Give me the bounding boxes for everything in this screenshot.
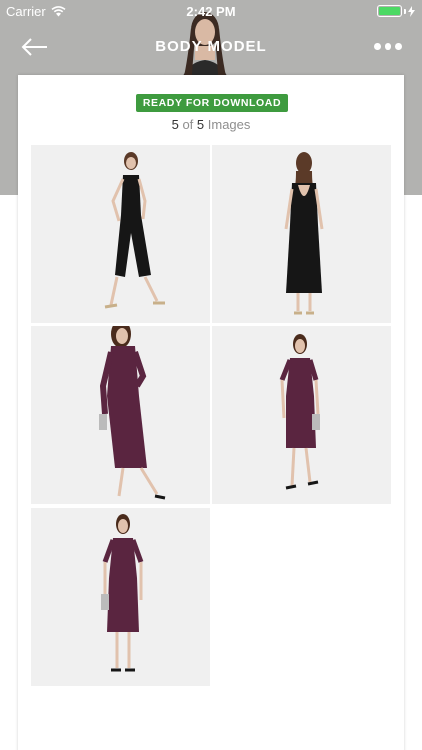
clock: 2:42 PM	[186, 4, 236, 19]
model-photo	[31, 145, 210, 323]
image-thumbnail[interactable]	[31, 508, 210, 686]
battery-tip	[404, 8, 406, 14]
more-button[interactable]	[374, 40, 403, 52]
battery-fill	[379, 7, 400, 15]
battery-icon	[377, 5, 402, 17]
model-photo	[31, 326, 210, 504]
count-total: 5	[196, 117, 205, 132]
model-photo	[212, 326, 391, 504]
more-horizontal-icon	[384, 42, 392, 50]
charging-bolt-icon	[408, 5, 415, 17]
download-card: READY FOR DOWNLOAD 5 of 5 Images	[18, 75, 404, 750]
image-thumbnail[interactable]	[212, 326, 391, 504]
image-thumbnail[interactable]	[31, 145, 210, 323]
image-thumbnail[interactable]	[212, 145, 391, 323]
model-photo	[212, 145, 391, 323]
image-count: 5 of 5 Images	[18, 117, 404, 132]
status-bar: Carrier 2:42 PM	[0, 0, 422, 22]
page-title: BODY MODEL	[155, 38, 267, 55]
status-badge: READY FOR DOWNLOAD	[136, 94, 288, 112]
count-current: 5	[171, 117, 179, 132]
more-horizontal-icon	[395, 42, 403, 50]
image-thumbnail[interactable]	[31, 326, 210, 504]
more-horizontal-icon	[374, 42, 381, 50]
battery-indicator	[377, 5, 415, 17]
model-photo	[31, 508, 210, 686]
count-of: of	[182, 117, 194, 132]
count-unit: Images	[207, 117, 251, 132]
